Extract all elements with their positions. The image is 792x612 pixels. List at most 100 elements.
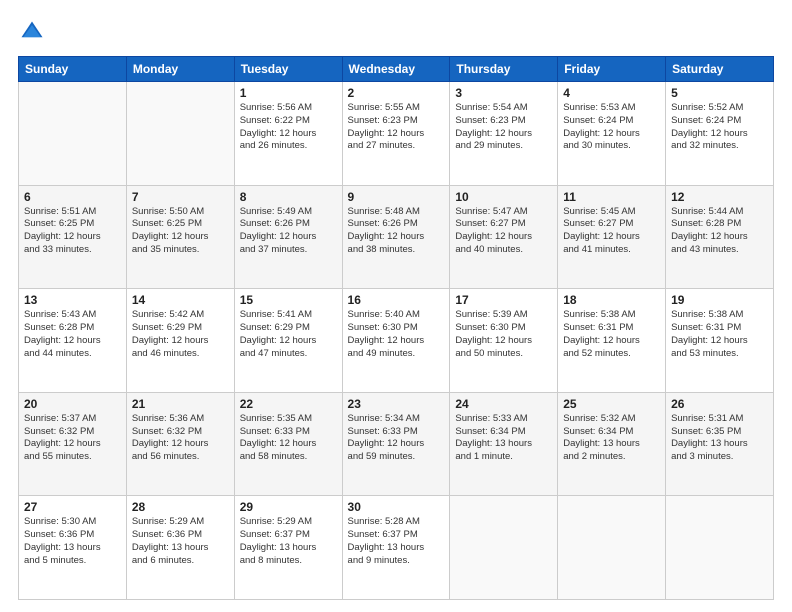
calendar-row-0: 1 Sunrise: 5:56 AM Sunset: 6:22 PM Daylig…	[19, 82, 774, 186]
day-number: 26	[671, 397, 768, 411]
day-info: Sunrise: 5:34 AM Sunset: 6:33 PM Dayligh…	[348, 413, 445, 464]
day-info: Sunrise: 5:30 AM Sunset: 6:36 PM Dayligh…	[24, 516, 121, 567]
day-info: Sunrise: 5:37 AM Sunset: 6:32 PM Dayligh…	[24, 413, 121, 464]
calendar-cell: 14Sunrise: 5:42 AM Sunset: 6:29 PM Dayli…	[126, 289, 234, 393]
calendar-col-friday: Friday	[558, 57, 666, 82]
calendar-col-wednesday: Wednesday	[342, 57, 450, 82]
calendar-cell: 12Sunrise: 5:44 AM Sunset: 6:28 PM Dayli…	[666, 185, 774, 289]
day-info: Sunrise: 5:56 AM Sunset: 6:22 PM Dayligh…	[240, 102, 337, 153]
day-info: Sunrise: 5:41 AM Sunset: 6:29 PM Dayligh…	[240, 309, 337, 360]
day-number: 13	[24, 293, 121, 307]
calendar-table: SundayMondayTuesdayWednesdayThursdayFrid…	[18, 56, 774, 600]
day-info: Sunrise: 5:45 AM Sunset: 6:27 PM Dayligh…	[563, 206, 660, 257]
day-info: Sunrise: 5:31 AM Sunset: 6:35 PM Dayligh…	[671, 413, 768, 464]
header	[18, 18, 774, 46]
day-number: 1	[240, 86, 337, 100]
day-info: Sunrise: 5:28 AM Sunset: 6:37 PM Dayligh…	[348, 516, 445, 567]
calendar-row-1: 6Sunrise: 5:51 AM Sunset: 6:25 PM Daylig…	[19, 185, 774, 289]
day-info: Sunrise: 5:50 AM Sunset: 6:25 PM Dayligh…	[132, 206, 229, 257]
calendar-col-sunday: Sunday	[19, 57, 127, 82]
day-info: Sunrise: 5:52 AM Sunset: 6:24 PM Dayligh…	[671, 102, 768, 153]
calendar-cell: 24 Sunrise: 5:33 AM Sunset: 6:34 PM Dayli…	[450, 392, 558, 496]
day-info: Sunrise: 5:36 AM Sunset: 6:32 PM Dayligh…	[132, 413, 229, 464]
day-info: Sunrise: 5:48 AM Sunset: 6:26 PM Dayligh…	[348, 206, 445, 257]
day-info: Sunrise: 5:38 AM Sunset: 6:31 PM Dayligh…	[563, 309, 660, 360]
day-number: 3	[455, 86, 552, 100]
day-number: 8	[240, 190, 337, 204]
calendar-cell: 5 Sunrise: 5:52 AM Sunset: 6:24 PM Daylig…	[666, 82, 774, 186]
calendar-cell: 20Sunrise: 5:37 AM Sunset: 6:32 PM Dayli…	[19, 392, 127, 496]
calendar-cell: 3 Sunrise: 5:54 AM Sunset: 6:23 PM Daylig…	[450, 82, 558, 186]
day-number: 19	[671, 293, 768, 307]
calendar-cell: 9 Sunrise: 5:48 AM Sunset: 6:26 PM Daylig…	[342, 185, 450, 289]
calendar-cell: 29 Sunrise: 5:29 AM Sunset: 6:37 PM Dayli…	[234, 496, 342, 600]
calendar-cell: 21 Sunrise: 5:36 AM Sunset: 6:32 PM Dayli…	[126, 392, 234, 496]
day-info: Sunrise: 5:42 AM Sunset: 6:29 PM Dayligh…	[132, 309, 229, 360]
day-number: 7	[132, 190, 229, 204]
day-number: 23	[348, 397, 445, 411]
calendar-cell: 28Sunrise: 5:29 AM Sunset: 6:36 PM Dayli…	[126, 496, 234, 600]
day-number: 17	[455, 293, 552, 307]
calendar-col-monday: Monday	[126, 57, 234, 82]
calendar-cell: 30 Sunrise: 5:28 AM Sunset: 6:37 PM Dayli…	[342, 496, 450, 600]
calendar-cell	[666, 496, 774, 600]
calendar-cell: 15 Sunrise: 5:41 AM Sunset: 6:29 PM Dayli…	[234, 289, 342, 393]
day-number: 18	[563, 293, 660, 307]
day-number: 16	[348, 293, 445, 307]
day-number: 24	[455, 397, 552, 411]
calendar-cell: 6Sunrise: 5:51 AM Sunset: 6:25 PM Daylig…	[19, 185, 127, 289]
day-number: 25	[563, 397, 660, 411]
calendar-cell: 10 Sunrise: 5:47 AM Sunset: 6:27 PM Dayli…	[450, 185, 558, 289]
calendar-row-3: 20Sunrise: 5:37 AM Sunset: 6:32 PM Dayli…	[19, 392, 774, 496]
day-info: Sunrise: 5:47 AM Sunset: 6:27 PM Dayligh…	[455, 206, 552, 257]
day-info: Sunrise: 5:51 AM Sunset: 6:25 PM Dayligh…	[24, 206, 121, 257]
day-number: 27	[24, 500, 121, 514]
calendar-cell: 27 Sunrise: 5:30 AM Sunset: 6:36 PM Dayli…	[19, 496, 127, 600]
calendar-row-2: 13 Sunrise: 5:43 AM Sunset: 6:28 PM Dayli…	[19, 289, 774, 393]
day-info: Sunrise: 5:40 AM Sunset: 6:30 PM Dayligh…	[348, 309, 445, 360]
day-info: Sunrise: 5:54 AM Sunset: 6:23 PM Dayligh…	[455, 102, 552, 153]
calendar-cell: 7 Sunrise: 5:50 AM Sunset: 6:25 PM Daylig…	[126, 185, 234, 289]
logo	[18, 18, 50, 46]
calendar-cell: 1 Sunrise: 5:56 AM Sunset: 6:22 PM Daylig…	[234, 82, 342, 186]
calendar-header-row: SundayMondayTuesdayWednesdayThursdayFrid…	[19, 57, 774, 82]
day-number: 28	[132, 500, 229, 514]
calendar-cell: 23 Sunrise: 5:34 AM Sunset: 6:33 PM Dayli…	[342, 392, 450, 496]
day-info: Sunrise: 5:38 AM Sunset: 6:31 PM Dayligh…	[671, 309, 768, 360]
calendar-cell: 22Sunrise: 5:35 AM Sunset: 6:33 PM Dayli…	[234, 392, 342, 496]
calendar-cell	[558, 496, 666, 600]
day-number: 21	[132, 397, 229, 411]
calendar-cell: 11 Sunrise: 5:45 AM Sunset: 6:27 PM Dayli…	[558, 185, 666, 289]
day-number: 5	[671, 86, 768, 100]
calendar-cell: 18 Sunrise: 5:38 AM Sunset: 6:31 PM Dayli…	[558, 289, 666, 393]
day-info: Sunrise: 5:39 AM Sunset: 6:30 PM Dayligh…	[455, 309, 552, 360]
day-number: 10	[455, 190, 552, 204]
calendar-cell: 25 Sunrise: 5:32 AM Sunset: 6:34 PM Dayli…	[558, 392, 666, 496]
day-number: 9	[348, 190, 445, 204]
calendar-cell	[450, 496, 558, 600]
calendar-cell: 2 Sunrise: 5:55 AM Sunset: 6:23 PM Daylig…	[342, 82, 450, 186]
calendar-col-thursday: Thursday	[450, 57, 558, 82]
calendar-cell: 17 Sunrise: 5:39 AM Sunset: 6:30 PM Dayli…	[450, 289, 558, 393]
day-info: Sunrise: 5:44 AM Sunset: 6:28 PM Dayligh…	[671, 206, 768, 257]
calendar-cell	[19, 82, 127, 186]
day-info: Sunrise: 5:32 AM Sunset: 6:34 PM Dayligh…	[563, 413, 660, 464]
day-info: Sunrise: 5:53 AM Sunset: 6:24 PM Dayligh…	[563, 102, 660, 153]
calendar-cell: 16 Sunrise: 5:40 AM Sunset: 6:30 PM Dayli…	[342, 289, 450, 393]
calendar-cell: 13 Sunrise: 5:43 AM Sunset: 6:28 PM Dayli…	[19, 289, 127, 393]
day-number: 2	[348, 86, 445, 100]
day-info: Sunrise: 5:43 AM Sunset: 6:28 PM Dayligh…	[24, 309, 121, 360]
calendar-cell: 19 Sunrise: 5:38 AM Sunset: 6:31 PM Dayli…	[666, 289, 774, 393]
day-info: Sunrise: 5:49 AM Sunset: 6:26 PM Dayligh…	[240, 206, 337, 257]
calendar-row-4: 27 Sunrise: 5:30 AM Sunset: 6:36 PM Dayli…	[19, 496, 774, 600]
day-number: 29	[240, 500, 337, 514]
day-info: Sunrise: 5:29 AM Sunset: 6:37 PM Dayligh…	[240, 516, 337, 567]
day-number: 11	[563, 190, 660, 204]
logo-icon	[18, 18, 46, 46]
day-info: Sunrise: 5:33 AM Sunset: 6:34 PM Dayligh…	[455, 413, 552, 464]
day-number: 30	[348, 500, 445, 514]
calendar-cell: 4Sunrise: 5:53 AM Sunset: 6:24 PM Daylig…	[558, 82, 666, 186]
day-info: Sunrise: 5:55 AM Sunset: 6:23 PM Dayligh…	[348, 102, 445, 153]
day-number: 22	[240, 397, 337, 411]
day-number: 15	[240, 293, 337, 307]
